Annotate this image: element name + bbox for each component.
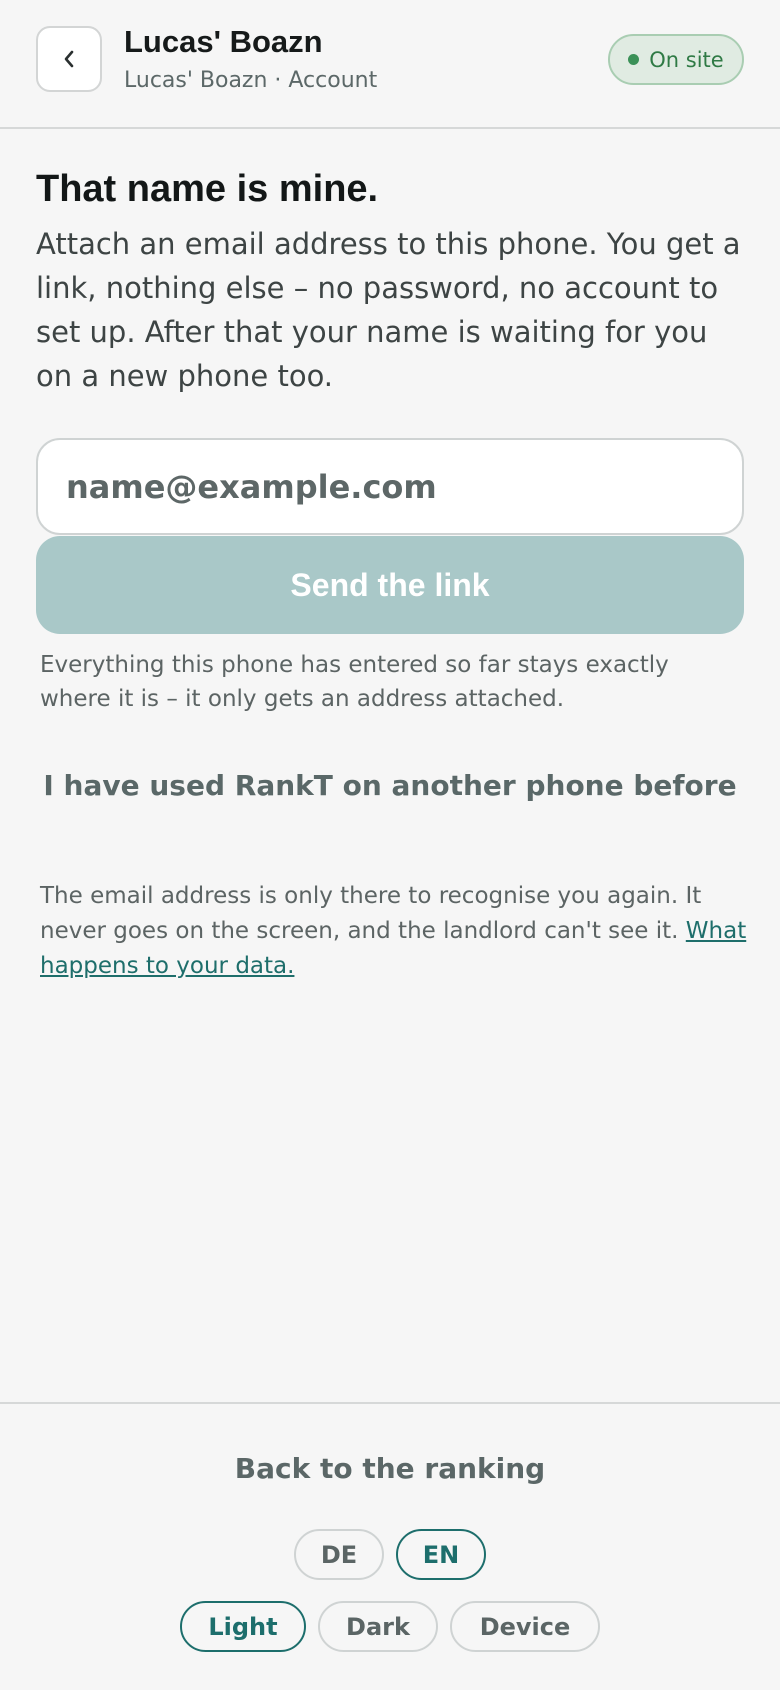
status-badge: On site bbox=[608, 34, 744, 85]
status-dot-icon bbox=[628, 54, 640, 65]
privacy-text: The email address is only there to recog… bbox=[40, 883, 702, 944]
app-header: Lucas' Boazn Lucas' Boazn · Account On s… bbox=[0, 0, 780, 129]
privacy-note: The email address is only there to recog… bbox=[40, 879, 750, 984]
status-label: On site bbox=[649, 47, 724, 72]
back-to-ranking-link[interactable]: Back to the ranking bbox=[0, 1452, 780, 1485]
send-link-button[interactable]: Send the link bbox=[36, 536, 744, 634]
language-en-button[interactable]: EN bbox=[396, 1529, 486, 1580]
intro-text: Attach an email address to this phone. Y… bbox=[36, 227, 741, 393]
info-note: Everything this phone has entered so far… bbox=[40, 652, 669, 712]
theme-light-button[interactable]: Light bbox=[180, 1601, 306, 1652]
footer: Back to the ranking DE EN Light Dark Dev… bbox=[0, 1402, 780, 1690]
theme-dark-button[interactable]: Dark bbox=[318, 1601, 438, 1652]
back-button[interactable] bbox=[36, 26, 102, 92]
email-field[interactable] bbox=[36, 438, 744, 535]
chevron-left-icon bbox=[64, 50, 74, 68]
page-title: Lucas' Boazn bbox=[124, 24, 323, 59]
section-heading: That name is mine. bbox=[36, 168, 379, 210]
used-another-phone-link[interactable]: I have used RankT on another phone befor… bbox=[40, 770, 740, 802]
theme-device-button[interactable]: Device bbox=[450, 1601, 600, 1652]
breadcrumb: Lucas' Boazn · Account bbox=[124, 68, 378, 93]
language-de-button[interactable]: DE bbox=[294, 1529, 384, 1580]
